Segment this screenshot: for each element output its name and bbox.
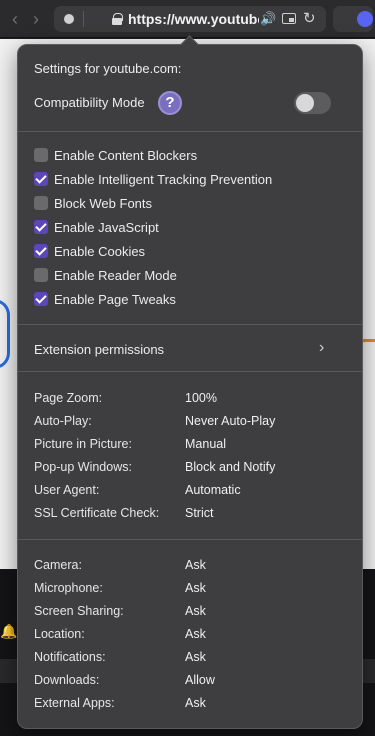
checkbox-label: Enable Reader Mode [54, 267, 177, 283]
setting-value-select[interactable]: Never Auto-Play [185, 414, 275, 428]
toggle-knob [296, 94, 314, 112]
picture-in-picture-icon[interactable] [282, 13, 296, 24]
setting-label: SSL Certificate Check: [34, 506, 160, 520]
divider [18, 539, 362, 540]
setting-label: Page Zoom: [34, 391, 103, 405]
checkbox-label: Enable Page Tweaks [54, 291, 176, 307]
address-divider [83, 11, 84, 27]
speaker-icon[interactable]: 🔊 [260, 11, 276, 27]
permission-value-select[interactable]: Ask [185, 558, 206, 572]
checkbox-label: Enable Content Blockers [54, 147, 198, 163]
permission-label: Camera: [34, 558, 82, 572]
forward-button[interactable]: › [27, 9, 45, 29]
reload-icon[interactable]: ↻ [303, 9, 316, 27]
setting-label: Pop-up Windows: [34, 460, 132, 474]
bell-icon: 🔔 [0, 623, 18, 639]
permission-value-select[interactable]: Ask [185, 604, 206, 618]
permission-value-select[interactable]: Ask [185, 627, 206, 641]
permission-label: Microphone: [34, 581, 103, 595]
chevron-right-icon[interactable]: › [319, 339, 324, 357]
setting-value-select[interactable]: Manual [185, 437, 226, 451]
checkbox-row[interactable]: Enable JavaScript [34, 217, 159, 237]
checkbox-label: Enable JavaScript [54, 219, 159, 235]
checkbox-row[interactable]: Enable Reader Mode [34, 265, 177, 285]
compatibility-mode-label: Compatibility Mode [34, 95, 145, 110]
checkbox-row[interactable]: Enable Cookies [34, 241, 145, 261]
checkbox-row[interactable]: Enable Content Blockers [34, 145, 197, 165]
setting-value-select[interactable]: Block and Notify [185, 460, 275, 474]
setting-value-select[interactable]: 100% [185, 391, 217, 405]
divider [18, 131, 362, 132]
back-button[interactable]: ‹ [6, 9, 24, 29]
discord-extension-icon[interactable] [357, 11, 373, 27]
checkbox-checked[interactable] [34, 244, 48, 258]
help-icon[interactable]: ? [158, 91, 182, 115]
setting-label: Picture in Picture: [34, 437, 132, 451]
checkbox-label: Block Web Fonts [54, 195, 153, 211]
site-settings-popover: Settings for youtube.com: Compatibility … [17, 44, 363, 729]
divider [18, 324, 362, 325]
permission-value-select[interactable]: Ask [185, 696, 206, 710]
setting-label: User Agent: [34, 483, 100, 497]
checkbox-row[interactable]: Enable Page Tweaks [34, 289, 176, 309]
permission-label: Notifications: [34, 650, 106, 664]
checkbox-row[interactable]: Enable Intelligent Tracking Prevention [34, 169, 272, 189]
url-text[interactable]: https://www.youtube.com [128, 11, 259, 27]
checkbox-label: Enable Intelligent Tracking Prevention [54, 171, 273, 187]
popover-title: Settings for youtube.com: [34, 61, 182, 76]
permission-value-select[interactable]: Ask [185, 650, 206, 664]
permission-label: Screen Sharing: [34, 604, 124, 618]
extension-permissions-label[interactable]: Extension permissions [34, 342, 164, 357]
checkbox-unchecked[interactable] [34, 196, 48, 210]
divider [18, 371, 362, 372]
checkbox-unchecked[interactable] [34, 268, 48, 282]
permission-label: Location: [34, 627, 85, 641]
site-settings-icon[interactable] [64, 14, 74, 24]
setting-label: Auto-Play: [34, 414, 92, 428]
lock-icon [112, 13, 123, 25]
checkbox-unchecked[interactable] [34, 148, 48, 162]
compatibility-mode-toggle[interactable] [294, 92, 331, 114]
extension-area [333, 6, 373, 32]
address-bar[interactable]: https://www.youtube.com 🔊 ↻ [54, 6, 326, 32]
permission-value-select[interactable]: Ask [185, 581, 206, 595]
page-decoration-blue [0, 299, 10, 369]
checkbox-checked[interactable] [34, 172, 48, 186]
permission-label: External Apps: [34, 696, 115, 710]
browser-toolbar: ‹ › https://www.youtube.com 🔊 ↻ [0, 0, 375, 38]
checkbox-row[interactable]: Block Web Fonts [34, 193, 152, 213]
permission-value-select[interactable]: Allow [185, 673, 215, 687]
setting-value-select[interactable]: Strict [185, 506, 213, 520]
checkbox-checked[interactable] [34, 292, 48, 306]
setting-value-select[interactable]: Automatic [185, 483, 241, 497]
checkbox-label: Enable Cookies [54, 243, 146, 259]
checkbox-checked[interactable] [34, 220, 48, 234]
permission-label: Downloads: [34, 673, 100, 687]
